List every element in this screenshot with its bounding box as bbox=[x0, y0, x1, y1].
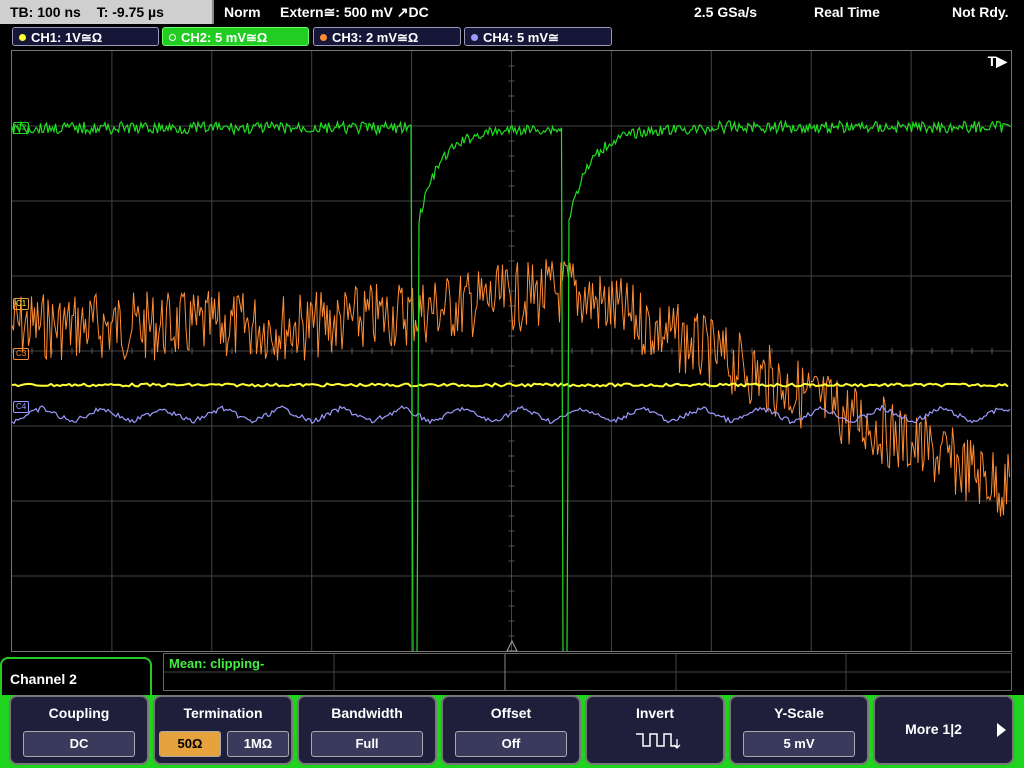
y-scale-softkey[interactable]: Y-Scale 5 mV bbox=[729, 695, 869, 765]
waveform-display[interactable]: T▶ C2 C1 C3 C4 bbox=[11, 50, 1012, 652]
acquisition-mode: Real Time bbox=[814, 4, 880, 20]
ch3-waveform bbox=[12, 259, 1010, 517]
inverted-square-wave-icon bbox=[636, 733, 681, 749]
ch2-offset-marker[interactable]: C2 bbox=[13, 122, 30, 134]
timebase-label: TB: 100 ns bbox=[10, 4, 81, 20]
ch3-dot-icon bbox=[320, 34, 327, 41]
waveform-canvas bbox=[12, 51, 1011, 651]
measurement-grid bbox=[164, 654, 1011, 690]
timebase-box[interactable]: TB: 100 ns T: -9.75 µs bbox=[0, 0, 214, 24]
ch4-dot-icon bbox=[471, 34, 478, 41]
trigger-mode[interactable]: Norm bbox=[224, 0, 261, 24]
termination-softkey[interactable]: Termination 50Ω 1MΩ bbox=[153, 695, 293, 765]
trigger-source[interactable]: Extern≅: 500 mV ↗DC bbox=[280, 0, 429, 24]
invert-softkey[interactable]: Invert bbox=[585, 695, 725, 765]
softkey-bar: Coupling DC Termination 50Ω 1MΩ Bandwidt… bbox=[0, 695, 1024, 768]
status-bar: TB: 100 ns T: -9.75 µs Norm Extern≅: 500… bbox=[0, 0, 1024, 24]
ch3-offset-marker[interactable]: C3 bbox=[13, 348, 30, 360]
trigger-position-marker: T▶ bbox=[987, 53, 1007, 69]
channel-tab-label: CH3: 2 mV≅Ω bbox=[332, 30, 419, 45]
termination-1m-ohm[interactable]: 1MΩ bbox=[227, 731, 289, 757]
more-label: More 1|2 bbox=[905, 721, 962, 737]
channel-tab-ch1[interactable]: CH1: 1V≅Ω bbox=[12, 27, 159, 46]
coupling-softkey[interactable]: Coupling DC bbox=[9, 695, 149, 765]
offset-softkey[interactable]: Offset Off bbox=[441, 695, 581, 765]
channel-tab-label: CH4: 5 mV≅ bbox=[483, 30, 559, 45]
offset-value[interactable]: Off bbox=[455, 731, 567, 757]
termination-title: Termination bbox=[183, 705, 263, 721]
coupling-value[interactable]: DC bbox=[23, 731, 135, 757]
channel-tab-ch3[interactable]: CH3: 2 mV≅Ω bbox=[313, 27, 461, 46]
bandwidth-value[interactable]: Full bbox=[311, 731, 423, 757]
trigger-time-label: T: -9.75 µs bbox=[96, 4, 164, 20]
ch4-offset-marker[interactable]: C4 bbox=[13, 401, 30, 413]
sample-rate: 2.5 GSa/s bbox=[694, 4, 758, 20]
offset-title: Offset bbox=[490, 705, 532, 721]
termination-50-ohm[interactable]: 50Ω bbox=[159, 731, 221, 757]
y-scale-value[interactable]: 5 mV bbox=[743, 731, 855, 757]
ch1-offset-marker[interactable]: C1 bbox=[13, 298, 30, 310]
ch1-waveform bbox=[12, 382, 1009, 388]
channel-tab-ch4[interactable]: CH4: 5 mV≅ bbox=[464, 27, 612, 46]
channel-tab-label: CH1: 1V≅Ω bbox=[31, 30, 103, 45]
trigger-status: Not Rdy. bbox=[952, 4, 1009, 20]
channel-tabs: CH1: 1V≅Ω CH2: 5 mV≅Ω CH3: 2 mV≅Ω CH4: 5… bbox=[0, 24, 1024, 48]
channel-tab-label: CH2: 5 mV≅Ω bbox=[181, 30, 268, 45]
ch2-dot-icon bbox=[169, 34, 176, 41]
channel-tab-ch2[interactable]: CH2: 5 mV≅Ω bbox=[162, 27, 309, 46]
y-scale-title: Y-Scale bbox=[774, 705, 824, 721]
menu-title: Channel 2 bbox=[10, 671, 77, 687]
measurement-bar: Mean: clipping- bbox=[163, 653, 1012, 691]
invert-title: Invert bbox=[635, 705, 675, 721]
bandwidth-title: Bandwidth bbox=[331, 705, 403, 721]
bandwidth-softkey[interactable]: Bandwidth Full bbox=[297, 695, 437, 765]
next-page-icon bbox=[997, 723, 1006, 737]
coupling-title: Coupling bbox=[48, 705, 110, 721]
menu-title-tab: Channel 2 bbox=[0, 657, 152, 697]
more-softkey[interactable]: More 1|2 bbox=[873, 695, 1014, 765]
ch1-dot-icon bbox=[19, 34, 26, 41]
